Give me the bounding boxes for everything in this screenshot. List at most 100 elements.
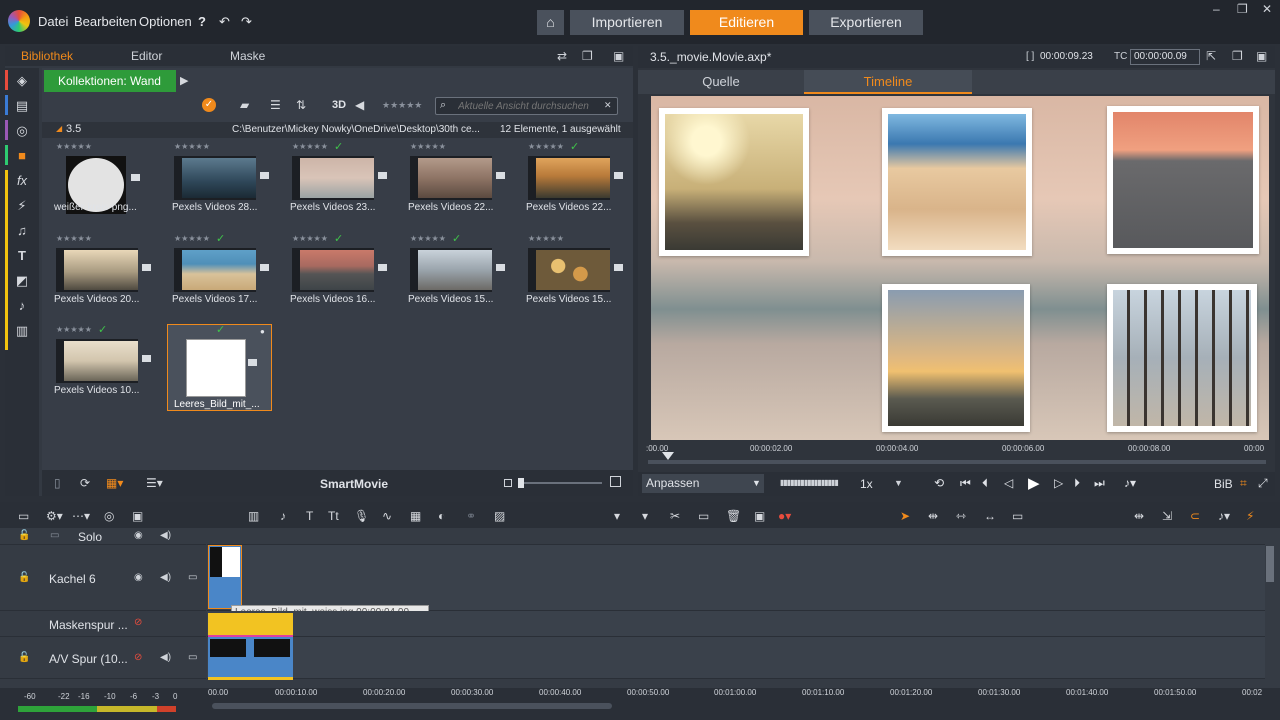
list-item[interactable]: ★★★★★ ✓ Pexels Videos 23... [290, 141, 400, 226]
fit-dropdown[interactable]: Anpassen ▼ [642, 474, 764, 493]
detach-preview-icon[interactable]: ❐ [1232, 49, 1243, 63]
delete-icon[interactable]: ▯ [54, 476, 61, 490]
snap-icon[interactable]: ⊂ [1190, 509, 1200, 523]
list-item[interactable]: ★★★★★ weißer-kreis-png... [54, 142, 164, 226]
importieren-button[interactable]: Importieren [570, 10, 684, 35]
search-input[interactable] [458, 99, 598, 113]
color-icon[interactable]: ◐ [438, 509, 445, 523]
list-view-icon[interactable]: ☰ [270, 98, 281, 112]
rating-stars[interactable]: ★★★★★ [528, 234, 564, 243]
snapshot-icon[interactable]: ▣ [754, 509, 765, 523]
fx-toggle-icon[interactable]: ⚡ [1246, 509, 1254, 523]
loop-icon[interactable]: ⟲ [934, 476, 944, 490]
expand-icon[interactable]: ⤢ [1258, 476, 1268, 491]
list-item[interactable]: ★★★★★ ✓ Pexels Videos 15... [408, 233, 518, 318]
projects-icon[interactable]: ▤ [15, 99, 29, 113]
step-back-icon[interactable]: ◁ [1004, 476, 1013, 490]
preview-canvas[interactable] [651, 96, 1269, 440]
list-item[interactable]: ★★★★★ Pexels Videos 15... [526, 234, 636, 318]
audio-icon[interactable]: ♪ [15, 299, 29, 313]
mask-clip[interactable] [208, 613, 293, 635]
scrub-track[interactable] [648, 460, 1266, 464]
audio-mixer-icon[interactable]: ▥ [248, 509, 259, 523]
jog-wheel[interactable]: ▮▮▮▮▮▮▮▮▮▮▮▮▮▮▮▮▮ [780, 478, 839, 487]
collection-edit-icon[interactable]: ▶ [180, 74, 188, 87]
smartmovie-button[interactable]: SmartMovie [320, 477, 388, 491]
export-frame-icon[interactable]: ⇱ [1206, 49, 1216, 63]
title-icon[interactable]: T [306, 509, 313, 523]
motion-icon[interactable]: ∿ [382, 509, 392, 523]
transition-icon[interactable]: ⚡ [15, 199, 29, 213]
sort-icon[interactable]: ⇅ [296, 98, 306, 112]
menu-list-icon[interactable]: ☰▾ [146, 476, 163, 490]
rating-stars[interactable]: ★★★★★ [56, 234, 92, 243]
help-icon[interactable]: ? [198, 14, 206, 29]
clear-search-icon[interactable]: ✕ [604, 100, 612, 111]
go-end-icon[interactable]: ⏭ [1094, 476, 1105, 491]
folder-icon[interactable]: ▰ [240, 98, 249, 112]
speaker-icon[interactable]: ◀) [160, 652, 171, 663]
list-item[interactable]: ★★★★★ Pexels Videos 20... [54, 234, 164, 318]
menu-datei[interactable]: Datei [38, 14, 68, 29]
pointer-icon[interactable]: ➤ [900, 509, 910, 523]
tab-maske[interactable]: Maske [230, 49, 265, 63]
marker2-icon[interactable]: ▾ [642, 509, 648, 523]
filter-check-icon[interactable]: ✓ [202, 98, 216, 112]
list-item[interactable]: ★★★★★ ✓ Pexels Videos 22... [526, 141, 636, 226]
title3d-icon[interactable]: Tt [328, 509, 339, 523]
list-item[interactable]: ★★★★★ ✓ Pexels Videos 16... [290, 233, 400, 318]
trim-icon[interactable]: ⇹ [928, 509, 938, 523]
music-icon[interactable]: ♫ [15, 224, 29, 238]
rating-stars[interactable]: ★★★★★ [410, 142, 446, 151]
marker-icon[interactable]: ▾ [614, 509, 620, 523]
timecode-field[interactable]: 00:00:00.09 [1130, 49, 1200, 65]
insert-icon[interactable]: ⇲ [1162, 509, 1172, 523]
tag-icon[interactable]: ◀ [355, 98, 364, 112]
step-forward-icon[interactable]: ▷ [1054, 476, 1063, 490]
menu-bearbeiten[interactable]: Bearbeiten [74, 14, 137, 29]
close-icon[interactable]: ✕ [1262, 2, 1272, 16]
rating-stars[interactable]: ★★★★★ [528, 142, 564, 151]
play-button[interactable]: ▶ [1028, 474, 1040, 492]
track-area-kachel[interactable] [207, 545, 1265, 611]
razor-icon[interactable]: ✂ [670, 509, 680, 523]
speaker-icon[interactable]: ◀) [160, 572, 171, 583]
fullscreen-icon[interactable]: ▣ [1256, 49, 1267, 63]
disc-icon[interactable]: ◎ [15, 124, 29, 138]
volume-icon[interactable]: ♪▾ [1124, 476, 1136, 490]
slide-icon[interactable]: ↔ [984, 509, 996, 523]
playhead-icon[interactable] [662, 452, 674, 460]
grid-view-icon[interactable]: ▦▾ [106, 476, 123, 490]
timeline-view-icon[interactable]: ▭ [18, 509, 29, 523]
settings-icon[interactable]: ⚙▾ [46, 509, 63, 523]
av-clip[interactable] [208, 637, 293, 677]
bib-button[interactable]: BiB [1214, 477, 1233, 491]
list-item[interactable]: ★★★★★ Pexels Videos 28... [172, 142, 282, 226]
speed-chevron-icon[interactable]: ▼ [894, 478, 903, 488]
monitor-icon[interactable]: ▭ [50, 530, 59, 541]
go-start-icon[interactable]: ⏮ [960, 476, 971, 491]
rating-stars[interactable]: ★★★★★ [174, 142, 210, 151]
list-item[interactable]: ★★★★★ ✓ Pexels Videos 17... [172, 233, 282, 318]
rating-stars[interactable]: ★★★★★ [410, 234, 446, 243]
layout-icon[interactable]: ▣ [613, 49, 624, 63]
trash-icon[interactable]: 🗑 [726, 509, 741, 523]
disc-icon[interactable]: ◎ [104, 509, 114, 523]
tab-editor[interactable]: Editor [131, 49, 162, 63]
minimize-icon[interactable]: – [1213, 2, 1220, 16]
editieren-button[interactable]: Editieren [690, 10, 803, 35]
list-item-selected[interactable]: ✓ ● Leeres_Bild_mit_... [167, 324, 272, 411]
undo-icon[interactable]: ↶ [219, 14, 230, 30]
info-icon[interactable]: ● [260, 327, 265, 336]
exportieren-button[interactable]: Exportieren [809, 10, 923, 35]
tab-quelle[interactable]: Quelle [638, 70, 804, 94]
split-icon[interactable]: ▭ [698, 509, 709, 523]
eye-icon[interactable]: ◉ [134, 530, 143, 541]
collections-icon[interactable]: ■ [15, 149, 29, 163]
monitor-icon[interactable]: ▭ [188, 572, 197, 583]
rating-stars[interactable]: ★★★★★ [56, 142, 92, 151]
collection-button[interactable]: Kollektionen: Wand [44, 70, 176, 92]
rating-stars[interactable]: ★★★★★ [292, 142, 328, 151]
track-area-maske[interactable] [207, 611, 1265, 638]
timeline-scrollbar[interactable] [212, 703, 612, 709]
